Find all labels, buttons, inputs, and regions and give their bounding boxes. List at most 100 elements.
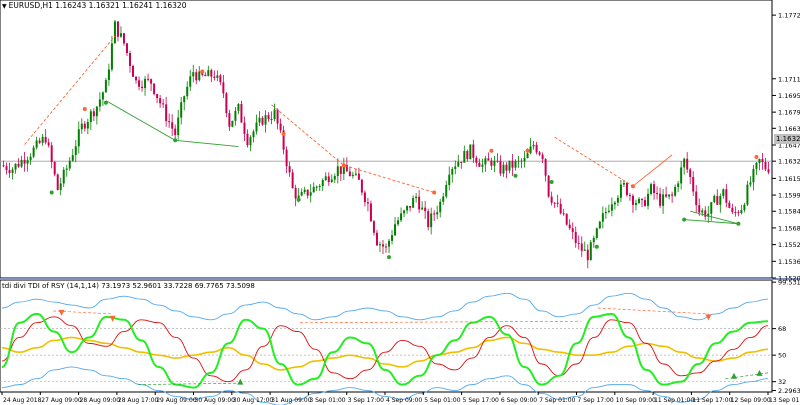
candle-body bbox=[213, 76, 216, 78]
divergence-trendline bbox=[24, 35, 116, 145]
candle-body bbox=[520, 160, 523, 162]
candle-body bbox=[445, 185, 448, 197]
candle-body bbox=[722, 189, 725, 196]
candle-body bbox=[29, 156, 32, 161]
candle-body bbox=[107, 69, 110, 81]
candle-body bbox=[758, 158, 761, 163]
y-tick-label: 1.17720 bbox=[778, 12, 800, 20]
candle-body bbox=[680, 167, 683, 184]
candle-body bbox=[752, 168, 755, 183]
chart-canvas[interactable]: 1.177201.171101.169501.167901.166351.164… bbox=[0, 0, 800, 405]
candle-body bbox=[427, 211, 430, 228]
candle-body bbox=[261, 117, 264, 125]
candle-body bbox=[62, 169, 65, 184]
candle-body bbox=[122, 33, 125, 44]
candle-body bbox=[327, 176, 330, 183]
bearish-signal-dot bbox=[432, 190, 437, 195]
candle-body bbox=[14, 163, 17, 170]
candle-body bbox=[252, 131, 255, 138]
candle-body bbox=[604, 211, 607, 214]
candle-body bbox=[496, 160, 499, 162]
candle-body bbox=[457, 161, 460, 167]
candle-body bbox=[183, 96, 186, 103]
bearish-signal-dot bbox=[82, 107, 87, 112]
candle-body bbox=[701, 210, 704, 213]
candle-body bbox=[270, 119, 273, 121]
candle-body bbox=[424, 207, 427, 212]
sub-tick-label: 50 bbox=[778, 352, 786, 360]
candle-body bbox=[644, 200, 647, 206]
candle-body bbox=[156, 93, 159, 99]
candle-body bbox=[147, 78, 150, 80]
red-signal-line bbox=[1, 316, 769, 383]
candle-body bbox=[451, 169, 454, 175]
candle-body bbox=[315, 186, 318, 188]
candle-body bbox=[647, 193, 650, 206]
candle-body bbox=[113, 21, 116, 44]
candle-body bbox=[607, 210, 610, 212]
candle-body bbox=[59, 183, 62, 190]
bearish-signal-dot bbox=[489, 148, 494, 153]
y-tick-label: 1.15520 bbox=[778, 241, 800, 249]
sub-tick-label: 32 bbox=[778, 378, 786, 386]
bearish-signal-dot bbox=[525, 148, 530, 153]
up-arrow-icon bbox=[730, 372, 737, 379]
candle-body bbox=[641, 198, 643, 201]
candle-body bbox=[243, 122, 246, 134]
candle-body bbox=[210, 70, 213, 77]
candle-body bbox=[132, 65, 135, 77]
bullish-signal-dot bbox=[736, 221, 741, 226]
candle-body bbox=[101, 92, 104, 100]
candle-body bbox=[273, 109, 276, 120]
candle-body bbox=[403, 210, 406, 214]
candle-body bbox=[321, 180, 324, 186]
candle-body bbox=[135, 76, 138, 81]
candle-body bbox=[454, 166, 457, 170]
candle-body bbox=[728, 202, 731, 208]
candle-body bbox=[92, 111, 95, 117]
up-arrow-icon bbox=[237, 378, 244, 385]
candle-body bbox=[348, 171, 351, 177]
indicator-divergence-line bbox=[597, 307, 709, 315]
candle-body bbox=[547, 175, 550, 197]
candle-body bbox=[2, 165, 5, 167]
divergence-trendline bbox=[271, 104, 435, 193]
candle-body bbox=[246, 133, 249, 146]
candle-body bbox=[71, 155, 74, 161]
candle-body bbox=[56, 174, 59, 190]
candle-body bbox=[514, 161, 517, 168]
x-tick-label: 11 Sep 17:00 bbox=[692, 397, 732, 404]
candle-body bbox=[330, 179, 333, 183]
bullish-signal-dot bbox=[296, 197, 301, 202]
candle-body bbox=[288, 166, 291, 173]
candle-body bbox=[475, 157, 478, 163]
candle-body bbox=[577, 242, 580, 244]
candle-body bbox=[309, 192, 312, 196]
candle-body bbox=[237, 104, 240, 111]
candle-body bbox=[743, 204, 746, 211]
candle-body bbox=[216, 75, 219, 78]
candle-body bbox=[469, 144, 472, 160]
candle-body bbox=[580, 243, 583, 251]
candle-body bbox=[119, 33, 122, 37]
x-tick-label: 11 Sep 01:00 bbox=[654, 397, 694, 404]
candle-body bbox=[318, 185, 321, 187]
candle-body bbox=[713, 195, 716, 203]
candle-body bbox=[98, 99, 101, 107]
chart-window[interactable]: 1.177201.171101.169501.167901.166351.164… bbox=[0, 0, 800, 405]
candle-body bbox=[668, 194, 671, 197]
candle-body bbox=[150, 79, 153, 84]
candle-body bbox=[174, 128, 177, 136]
candle-body bbox=[378, 244, 381, 246]
candle-body bbox=[719, 195, 722, 205]
x-tick-label: 7 Sep 01:00 bbox=[539, 397, 575, 404]
candle-body bbox=[433, 213, 436, 215]
candle-body bbox=[267, 115, 270, 120]
candle-body bbox=[725, 189, 728, 203]
y-tick-label: 1.16790 bbox=[778, 109, 800, 117]
candle-body bbox=[80, 123, 83, 130]
candle-body bbox=[619, 184, 622, 198]
candle-body bbox=[369, 203, 372, 222]
candle-body bbox=[153, 83, 156, 94]
candle-body bbox=[285, 149, 288, 167]
